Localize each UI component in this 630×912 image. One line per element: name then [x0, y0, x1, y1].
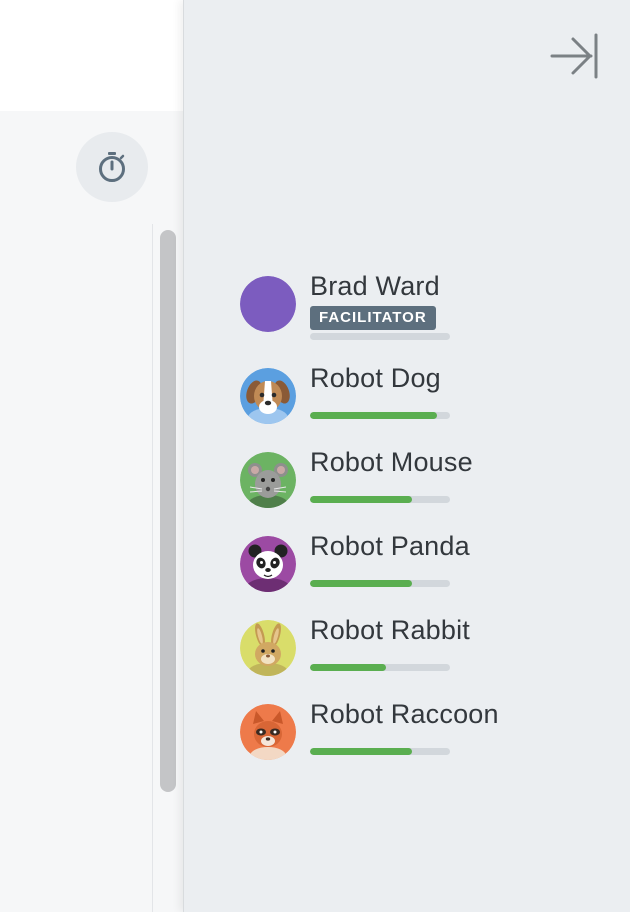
collapse-panel-button[interactable] — [548, 30, 600, 82]
panda-avatar — [240, 536, 296, 592]
progress-bar — [310, 412, 450, 419]
content-divider — [152, 224, 153, 912]
participant-item[interactable]: Robot Rabbit — [240, 615, 620, 690]
facilitator-badge: FACILITATOR — [310, 306, 436, 330]
main-content-area — [0, 111, 183, 912]
participant-name: Robot Dog — [310, 363, 441, 393]
progress-bar — [310, 580, 450, 587]
participant-item[interactable]: Brad Ward FACILITATOR — [240, 271, 620, 346]
participant-item[interactable]: Robot Raccoon — [240, 699, 620, 774]
progress-bar — [310, 496, 450, 503]
main-header-area — [0, 0, 183, 111]
progress-bar — [310, 748, 450, 755]
facilitator-avatar — [240, 276, 296, 332]
participant-item[interactable]: Robot Panda — [240, 531, 620, 606]
participant-name: Robot Rabbit — [310, 615, 470, 645]
collapse-right-icon — [550, 33, 598, 79]
progress-fill — [310, 412, 438, 419]
raccoon-avatar — [240, 704, 296, 760]
participant-name: Robot Panda — [310, 531, 470, 561]
progress-bar — [310, 664, 450, 671]
rabbit-avatar — [240, 620, 296, 676]
participants-panel: Brad Ward FACILITATOR Robot Dog Robot Mo… — [183, 0, 630, 912]
scrollbar-thumb[interactable] — [160, 230, 176, 792]
participant-name: Robot Mouse — [310, 447, 473, 477]
progress-fill — [310, 580, 413, 587]
participant-item[interactable]: Robot Mouse — [240, 447, 620, 522]
participant-name: Brad Ward — [310, 271, 440, 301]
mouse-avatar — [240, 452, 296, 508]
participant-item[interactable]: Robot Dog — [240, 363, 620, 438]
participant-name: Robot Raccoon — [310, 699, 499, 729]
stopwatch-icon — [99, 152, 125, 182]
progress-fill — [310, 748, 413, 755]
dog-avatar — [240, 368, 296, 424]
progress-fill — [310, 496, 413, 503]
progress-bar — [310, 333, 450, 340]
timer-button[interactable] — [76, 132, 148, 202]
progress-fill — [310, 664, 386, 671]
